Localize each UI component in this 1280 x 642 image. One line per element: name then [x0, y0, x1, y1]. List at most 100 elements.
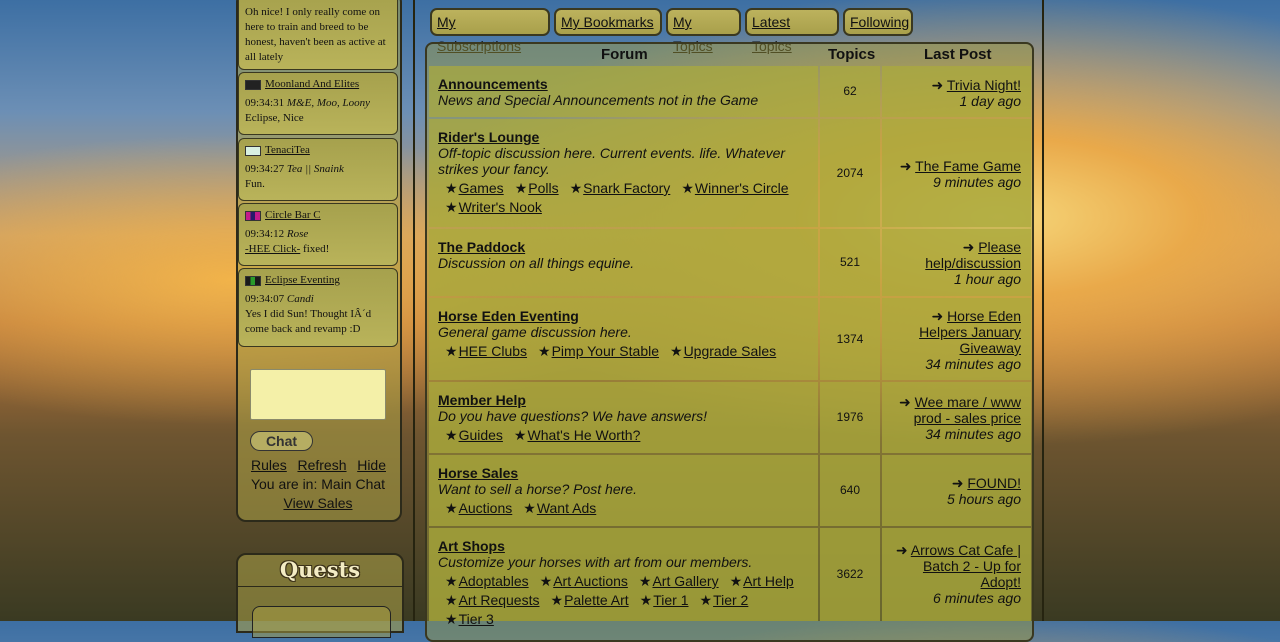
last-post: ➜ Wee mare / www prod - sales price 34 mi… [882, 382, 1031, 453]
last-post: ➜ Trivia Night! 1 day ago [882, 66, 1031, 117]
subforum-link[interactable]: ★Art Help [730, 572, 794, 591]
forum-title-link[interactable]: Art Shops [438, 538, 810, 554]
subforum-link[interactable]: ★Want Ads [523, 499, 596, 518]
chat-text: Yes I did Sun! Thought IÂ´d come back an… [245, 308, 372, 335]
forum-description: Discussion on all things equine. [438, 255, 635, 271]
subforum-link[interactable]: ★Writer's Nook [445, 198, 542, 217]
subforum-label: Pimp Your Stable [551, 343, 659, 359]
arrow-icon: ➜ [962, 239, 979, 255]
subforum-link[interactable]: ★Polls [515, 179, 559, 198]
subforum-link[interactable]: ★Upgrade Sales [670, 342, 776, 361]
forum-row: Horse Sales Want to sell a horse? Post he… [429, 455, 818, 526]
last-post-link[interactable]: Trivia Night! [947, 77, 1021, 93]
rules-link[interactable]: Rules [251, 456, 287, 475]
subforum-link[interactable]: ★Tier 2 [700, 591, 749, 610]
last-post-link[interactable]: The Fame Game [915, 158, 1021, 174]
star-icon: ★ [699, 592, 713, 608]
subforum-link[interactable]: ★Auctions [445, 499, 512, 518]
chat-channel-link[interactable]: Circle Bar C [265, 208, 321, 223]
forum-row: Announcements News and Special Announceme… [429, 66, 818, 117]
topic-count-value: 62 [843, 84, 857, 98]
chat-message: Oh nice! I only really come on here to t… [238, 0, 398, 70]
subforum-link[interactable]: ★Winner's Circle [681, 179, 788, 198]
subforum-link[interactable]: ★Art Requests [445, 591, 540, 610]
forum-title-link[interactable]: The Paddock [438, 239, 810, 255]
last-post-time: 6 minutes ago [933, 590, 1021, 606]
subforum-link[interactable]: ★What's He Worth? [514, 426, 640, 445]
topic-count-value: 521 [839, 255, 861, 269]
last-post-link[interactable]: Arrows Cat Cafe | Batch 2 - Up for Adopt… [911, 542, 1021, 590]
topic-count-value: 640 [839, 483, 861, 497]
chat-user[interactable]: Tea || Snaink [287, 163, 344, 175]
subforum-label: Games [458, 180, 504, 196]
nav-my-subscriptions[interactable]: My Subscriptions [430, 8, 550, 54]
last-post: ➜ Please help/discussion 1 hour ago [882, 229, 1031, 296]
chat-message-text: Oh nice! I only really come on here to t… [245, 6, 386, 63]
chat-message: TenaciTea 09:34:27 Tea || Snaink Fun. [238, 138, 398, 201]
forum-row: Member Help Do you have questions? We hav… [429, 382, 818, 453]
chat-message: Circle Bar C 09:34:12 Rose -HEE Click- f… [238, 203, 398, 266]
forum-title-link[interactable]: Rider's Lounge [438, 129, 810, 145]
chat-user[interactable]: M&E, Moo, Loony [287, 97, 370, 109]
last-post: ➜ The Fame Game 9 minutes ago [882, 119, 1031, 227]
topic-count: 521 [820, 229, 880, 296]
arrow-icon: ➜ [895, 542, 911, 558]
subforum-link[interactable]: ★Palette Art [551, 591, 629, 610]
subforum-list: ★Guides ★What's He Worth? [438, 426, 810, 445]
hide-link[interactable]: Hide [357, 456, 386, 475]
forum-title-link[interactable]: Horse Eden Eventing [438, 308, 810, 324]
forum-title-link[interactable]: Horse Sales [438, 465, 810, 481]
nav-label: Following [850, 14, 910, 30]
star-icon: ★ [445, 573, 458, 589]
star-icon: ★ [550, 592, 564, 608]
chat-message: Moonland And Elites 09:34:31 M&E, Moo, L… [238, 72, 398, 135]
chat-user[interactable]: Candi [287, 293, 314, 305]
chat-inline-link[interactable]: -HEE Click- [245, 243, 300, 255]
chat-channel-link[interactable]: Moonland And Elites [265, 77, 359, 92]
subforum-link[interactable]: ★HEE Clubs [445, 342, 527, 361]
header-topics: Topics [828, 46, 876, 63]
subforum-link[interactable]: ★Games [445, 179, 504, 198]
refresh-link[interactable]: Refresh [297, 456, 346, 475]
nav-latest-topics[interactable]: Latest Topics [745, 8, 839, 54]
forum-description: General game discussion here. [438, 324, 632, 340]
subforum-link[interactable]: ★Snark Factory [570, 179, 671, 198]
chat-location: You are in: Main Chat [250, 476, 386, 492]
subforum-label: Auctions [458, 500, 513, 516]
chat-user[interactable]: Rose [287, 228, 308, 240]
subforum-link[interactable]: ★Tier 3 [445, 610, 494, 629]
chat-channel-link[interactable]: Eclipse Eventing [265, 273, 340, 288]
view-sales-link[interactable]: View Sales [283, 495, 352, 511]
chat-send-button[interactable]: Chat [250, 431, 313, 451]
subforum-label: Polls [528, 180, 559, 196]
chat-text: Fun. [245, 178, 265, 190]
nav-my-bookmarks[interactable]: My Bookmarks [554, 8, 662, 36]
last-post-link[interactable]: FOUND! [967, 475, 1021, 491]
chat-links: Rules Refresh Hide You are in: Main Chat… [238, 456, 398, 513]
chat-text: fixed! [303, 243, 330, 255]
subforum-link[interactable]: ★Pimp Your Stable [538, 342, 659, 361]
last-post: ➜ FOUND! 5 hours ago [882, 455, 1031, 526]
star-icon: ★ [539, 573, 553, 589]
star-icon: ★ [445, 180, 458, 196]
subforum-label: Tier 3 [458, 611, 494, 627]
forum-title-link[interactable]: Member Help [438, 392, 810, 408]
forum-title-link[interactable]: Announcements [438, 76, 810, 92]
forum-row: Art Shops Customize your horses with art … [429, 528, 818, 627]
nav-following[interactable]: Following [843, 8, 913, 36]
subforum-link[interactable]: ★Art Gallery [639, 572, 719, 591]
nav-my-topics[interactable]: My Topics [666, 8, 741, 54]
subforum-label: Writer's Nook [458, 199, 542, 215]
subforum-link[interactable]: ★Guides [445, 426, 503, 445]
subforum-label: Tier 1 [653, 592, 689, 608]
subforum-link[interactable]: ★Tier 1 [640, 591, 689, 610]
chat-channel-link[interactable]: TenaciTea [265, 143, 310, 158]
chat-message: Eclipse Eventing 09:34:07 Candi Yes I di… [238, 268, 398, 347]
subforum-link[interactable]: ★Art Auctions [540, 572, 628, 591]
last-post: ➜ Horse Eden Helpers January Giveaway 34 … [882, 298, 1031, 380]
nav-label: My Bookmarks [561, 14, 654, 30]
forum-description: Do you have questions? We have answers! [438, 408, 708, 424]
last-post-link[interactable]: Wee mare / www prod - sales price [914, 394, 1021, 426]
subforum-link[interactable]: ★Adoptables [445, 572, 529, 591]
chat-message-input[interactable] [250, 369, 386, 420]
